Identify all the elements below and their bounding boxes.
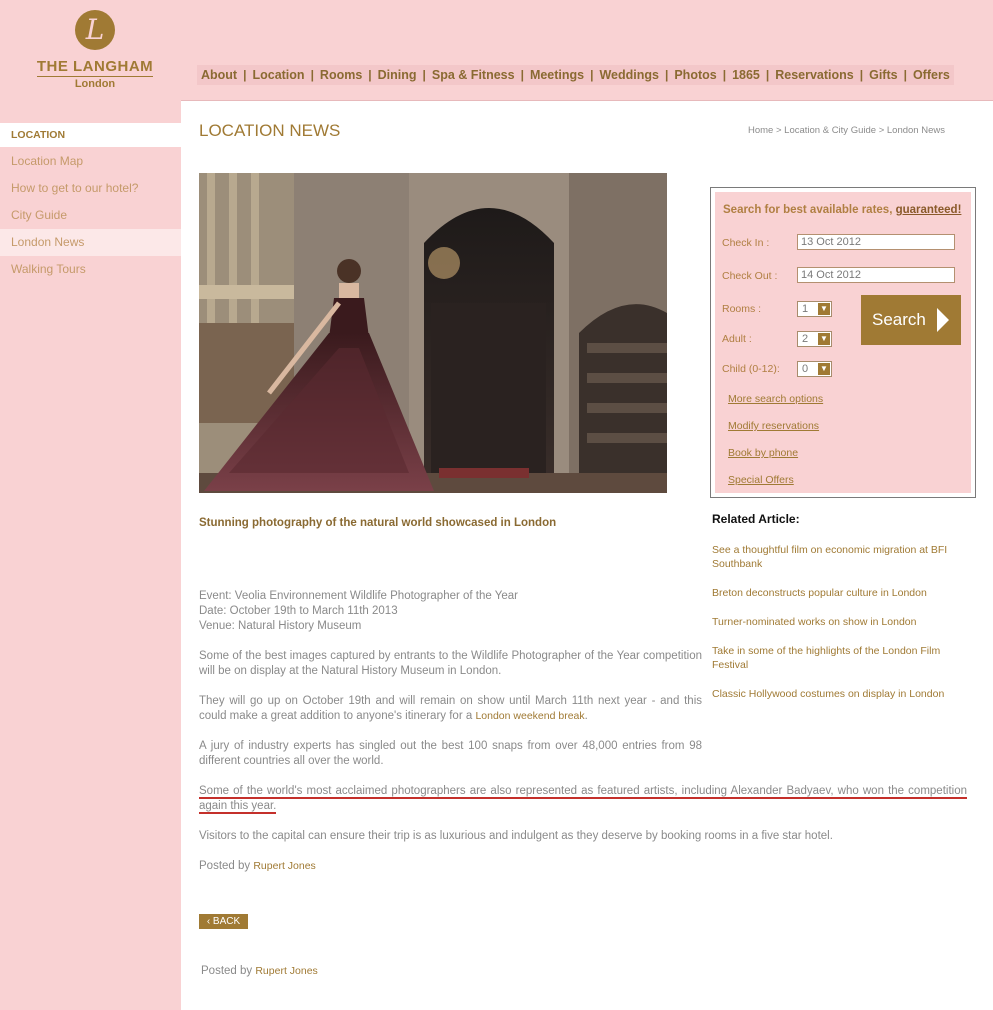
related-article-link[interactable]: Take in some of the highlights of the Lo… <box>712 644 962 672</box>
nav-separator: | <box>243 68 247 82</box>
sidebar-menu: Location Map How to get to our hotel? Ci… <box>0 148 181 283</box>
nav-separator: | <box>903 68 907 82</box>
child-value: 0 <box>802 363 809 375</box>
sidebar-item-london-news[interactable]: London News <box>0 229 181 256</box>
nav-separator: | <box>310 68 314 82</box>
special-offers-link[interactable]: Special Offers <box>728 474 794 486</box>
booking-title: Search for best available rates, guarant… <box>723 204 961 216</box>
article-subtitle: Stunning photography of the natural worl… <box>199 517 557 529</box>
search-button-label: Search <box>872 310 926 329</box>
checkout-label: Check Out : <box>722 270 778 282</box>
article-hero-image <box>199 173 667 493</box>
nav-separator: | <box>520 68 524 82</box>
nav-separator: | <box>368 68 372 82</box>
adult-select[interactable]: 2 ▼ <box>797 331 832 347</box>
related-article-link[interactable]: See a thoughtful film on economic migrat… <box>712 543 962 571</box>
sidebar-item-city-guide[interactable]: City Guide <box>0 202 181 229</box>
rooms-label: Rooms : <box>722 303 762 315</box>
logo-mark-icon: L <box>75 10 115 50</box>
related-article-link[interactable]: Classic Hollywood costumes on display in… <box>712 687 962 701</box>
nav-meetings[interactable]: Meetings <box>530 68 584 82</box>
nav-rooms[interactable]: Rooms <box>320 68 362 82</box>
event-date: Date: October 19th to March 11th 2013 <box>199 605 398 617</box>
modify-reservations-link[interactable]: Modify reservations <box>728 420 819 432</box>
london-weekend-break-link[interactable]: London weekend break <box>475 710 584 722</box>
nav-reservations[interactable]: Reservations <box>775 68 854 82</box>
nav-dining[interactable]: Dining <box>378 68 417 82</box>
checkin-date-input[interactable] <box>797 234 955 250</box>
event-venue: Venue: Natural History Museum <box>199 620 362 632</box>
rooms-value: 1 <box>802 303 809 315</box>
article-paragraph: Visitors to the capital can ensure their… <box>199 830 833 842</box>
booking-title-text: Search for best available rates, <box>723 204 893 216</box>
author-link[interactable]: Rupert Jones <box>253 860 315 872</box>
paragraph-end: . <box>584 710 588 722</box>
related-article-link[interactable]: Turner-nominated works on show in London <box>712 615 962 629</box>
nav-separator: | <box>722 68 727 82</box>
child-select[interactable]: 0 ▼ <box>797 361 832 377</box>
author-link[interactable]: Rupert Jones <box>255 965 317 977</box>
more-search-options-link[interactable]: More search options <box>728 393 823 405</box>
sidebar-item-walking-tours[interactable]: Walking Tours <box>0 256 181 283</box>
breadcrumb[interactable]: Home > Location & City Guide > London Ne… <box>748 125 945 136</box>
child-label: Child (0-12): <box>722 363 780 375</box>
sidebar-item-location-map[interactable]: Location Map <box>0 148 181 175</box>
checkout-date-input[interactable] <box>797 267 955 283</box>
rooms-select[interactable]: 1 ▼ <box>797 301 832 317</box>
nav-spa-fitness[interactable]: Spa & Fitness <box>432 68 515 82</box>
article-paragraph: Some of the best images captured by entr… <box>199 650 702 677</box>
page-title: LOCATION NEWS <box>199 121 341 140</box>
main-nav: About | Location | Rooms | Dining | Spa & Fi… <box>197 65 954 85</box>
book-by-phone-link[interactable]: Book by phone <box>728 447 798 459</box>
nav-1865[interactable]: 1865 <box>732 68 760 82</box>
logo-name: THE LANGHAM <box>36 58 154 77</box>
highlighted-paragraph: Some of the world's most acclaimed photo… <box>199 784 967 814</box>
posted-by-prefix: Posted by <box>201 965 256 977</box>
event-name: Event: Veolia Environnement Wildlife Pho… <box>199 590 519 602</box>
nav-about[interactable]: About <box>201 68 237 82</box>
related-article-link[interactable]: Breton deconstructs popular culture in L… <box>712 586 962 600</box>
nav-separator: | <box>422 68 426 82</box>
back-button[interactable]: ‹ BACK <box>199 914 248 929</box>
langham-logo[interactable]: L THE LANGHAM London <box>20 10 170 90</box>
event-details: Event: Veolia Environnement Wildlife Pho… <box>199 589 702 634</box>
booking-panel: Search for best available rates, guarant… <box>715 192 971 493</box>
highlighted-text: Some of the world's most acclaimed photo… <box>199 785 967 814</box>
nav-weddings[interactable]: Weddings <box>599 68 659 82</box>
nav-separator: | <box>664 68 669 82</box>
header-divider <box>181 100 993 101</box>
nav-location[interactable]: Location <box>252 68 304 82</box>
nav-gifts[interactable]: Gifts <box>869 68 897 82</box>
chevron-down-icon: ▼ <box>818 333 830 345</box>
booking-widget: Search for best available rates, guarant… <box>710 187 976 498</box>
sidebar-item-directions[interactable]: How to get to our hotel? <box>0 175 181 202</box>
adult-value: 2 <box>802 333 809 345</box>
checkin-label: Check In : <box>722 237 770 249</box>
article-paragraph: They will go up on October 19th and will… <box>199 694 702 724</box>
adult-label: Adult : <box>722 333 752 345</box>
posted-by: Posted by Rupert Jones <box>199 859 702 874</box>
arrow-right-icon <box>937 308 949 332</box>
article-paragraph: A jury of industry experts has singled o… <box>199 740 702 767</box>
search-button[interactable]: Search <box>861 295 961 345</box>
posted-by-prefix: Posted by <box>199 860 254 872</box>
guaranteed-link[interactable]: guaranteed! <box>896 204 962 216</box>
nav-separator: | <box>859 68 864 82</box>
sidebar-heading-label: LOCATION <box>11 129 66 141</box>
logo-city: London <box>74 78 116 90</box>
related-articles-title: Related Article: <box>712 512 800 526</box>
nav-separator: | <box>765 68 770 82</box>
nav-photos[interactable]: Photos <box>674 68 716 82</box>
paragraph-text: They will go up on October 19th and will… <box>199 695 702 722</box>
chevron-down-icon: ▼ <box>818 303 830 315</box>
chevron-down-icon: ▼ <box>818 363 830 375</box>
posted-by-footer: Posted by Rupert Jones <box>201 965 318 977</box>
nav-separator: | <box>590 68 594 82</box>
nav-offers[interactable]: Offers <box>913 68 950 82</box>
sidebar-heading: LOCATION <box>0 123 181 147</box>
